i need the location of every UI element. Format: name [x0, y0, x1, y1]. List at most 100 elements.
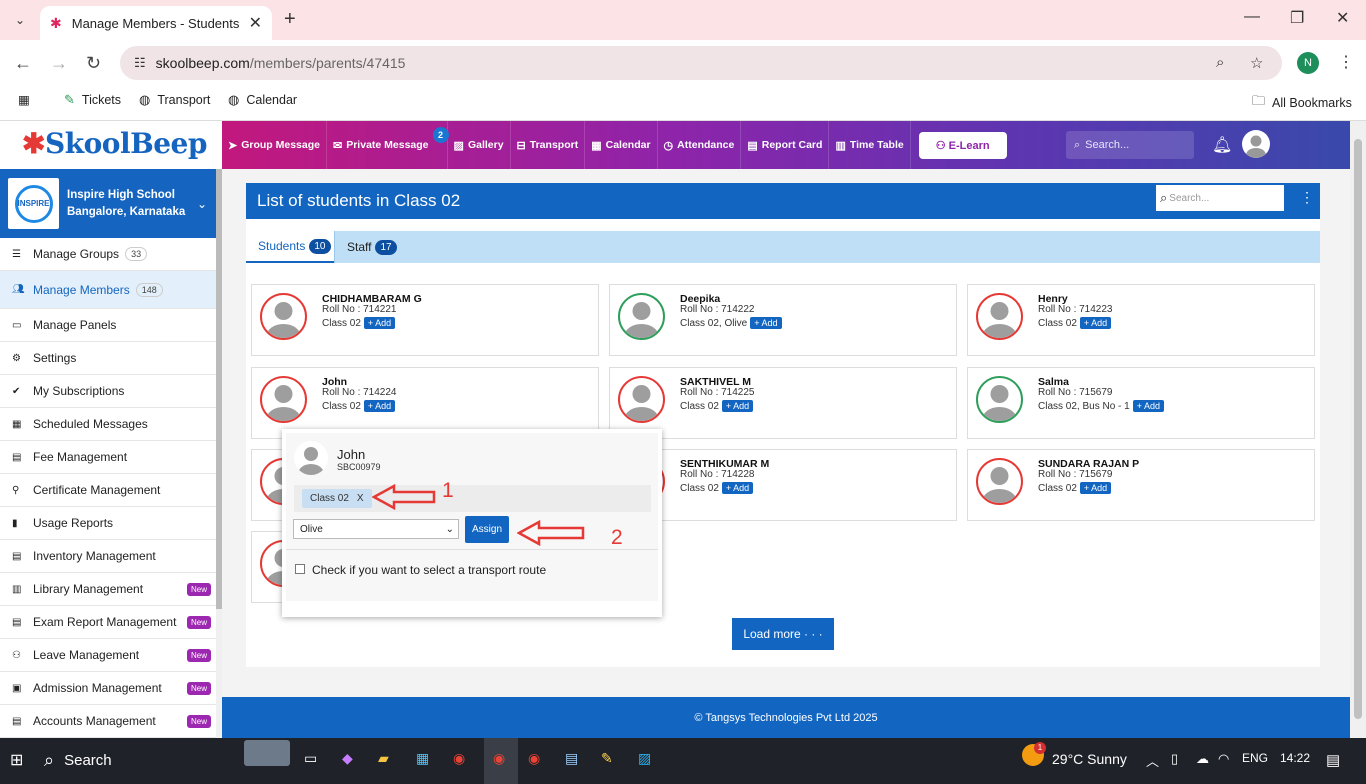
sidebar-item-my-subscriptions[interactable]: ✔ My Subscriptions: [0, 375, 221, 408]
close-tab-icon[interactable]: ✕: [249, 13, 262, 33]
news-widget-icon[interactable]: [244, 740, 290, 766]
sidebar-item-manage-members[interactable]: 👥︎ Manage Members 148: [0, 271, 221, 309]
nav-time-table[interactable]: ▥ Time Table: [829, 121, 911, 169]
restore-button[interactable]: ❐: [1290, 8, 1304, 28]
tab-search-button[interactable]: ⌄: [8, 8, 32, 32]
windows-start-icon[interactable]: ⊞: [10, 750, 23, 770]
sidebar-item-accounts-management[interactable]: ▤ Accounts Management New: [0, 705, 221, 738]
chrome-icon[interactable]: ◉: [453, 750, 465, 767]
sidebar-item-certificate-management[interactable]: ⚲ Certificate Management: [0, 474, 221, 507]
add-class-button[interactable]: + Add: [363, 400, 396, 412]
add-class-button[interactable]: + Add: [1079, 482, 1112, 494]
sidebar-item-inventory-management[interactable]: ▤ Inventory Management: [0, 540, 221, 573]
bell-icon[interactable]: 🔔︎: [1212, 135, 1232, 155]
minimize-button[interactable]: —: [1244, 8, 1260, 26]
popup-student-name: John: [337, 447, 366, 462]
school-name: Inspire High School: [67, 188, 175, 201]
sidebar-item-fee-management[interactable]: ▤ Fee Management: [0, 441, 221, 474]
file-explorer-icon[interactable]: ▰: [378, 750, 389, 767]
add-class-button[interactable]: + Add: [750, 317, 782, 329]
sidebar-item-library-management[interactable]: ▥ Library Management New: [0, 573, 221, 606]
school-selector[interactable]: INSPIRE Inspire High School Bangalore, Ka…: [0, 169, 221, 238]
task-view-icon[interactable]: ▭: [304, 750, 317, 767]
notification-icon[interactable]: ▤: [1326, 751, 1340, 769]
section-select[interactable]: Olive ⌄: [293, 519, 459, 539]
chrome-icon: ◉: [493, 750, 506, 766]
reload-button[interactable]: ↻: [86, 53, 101, 74]
nav-private-message[interactable]: ✉ Private Message 2: [327, 121, 449, 169]
page-scrollbar-thumb[interactable]: [1354, 139, 1362, 719]
add-class-button[interactable]: + Add: [721, 482, 754, 494]
student-card[interactable]: Salma Roll No : 715679 Class 02, Bus No - …: [967, 367, 1315, 439]
close-window-button[interactable]: ✕: [1336, 8, 1349, 28]
nav-group-message[interactable]: ➤ Group Message: [222, 121, 327, 169]
add-class-button[interactable]: + Add: [1079, 317, 1112, 329]
sidebar-item-leave-management[interactable]: ⚇ Leave Management New: [0, 639, 221, 672]
language-indicator[interactable]: ENG: [1242, 751, 1268, 765]
tab-students[interactable]: Students 10: [246, 231, 334, 263]
sidebar-item-manage-panels[interactable]: ▭ Manage Panels: [0, 309, 221, 342]
weather-icon[interactable]: 1: [1022, 742, 1046, 766]
copilot-icon[interactable]: ◆: [342, 750, 353, 767]
student-card[interactable]: SUNDARA RAJAN P Roll No : 715679 Class 02 +…: [967, 449, 1315, 521]
chrome-profile-icon[interactable]: ◉: [528, 750, 540, 767]
sidebar-item-scheduled-messages[interactable]: ▦ Scheduled Messages: [0, 408, 221, 441]
chevron-down-icon[interactable]: ⌄: [197, 197, 207, 211]
notepad-icon[interactable]: ▤: [565, 750, 578, 767]
clock[interactable]: 14:22: [1280, 751, 1310, 765]
wifi-icon[interactable]: ◠: [1218, 751, 1229, 767]
add-class-button[interactable]: + Add: [1132, 400, 1164, 412]
cloud-icon[interactable]: ☁: [1196, 751, 1209, 767]
bookmark-tickets[interactable]: ✎ Tickets: [64, 92, 121, 108]
load-more-button[interactable]: Load more · · ·: [732, 618, 834, 650]
chrome-active-app[interactable]: ◉: [484, 738, 518, 784]
bookmark-calendar[interactable]: ◍ Calendar: [228, 92, 297, 108]
page-scrollbar[interactable]: [1350, 121, 1366, 738]
browser-menu-icon[interactable]: ⋮: [1338, 52, 1354, 72]
student-card[interactable]: CHIDHAMBARAM G Roll No : 714221 Class 02 + …: [251, 284, 599, 356]
taskbar-search[interactable]: ⌕ Search: [44, 744, 234, 776]
new-tab-button[interactable]: +: [284, 8, 296, 31]
student-card[interactable]: Henry Roll No : 714223 Class 02 + Add: [967, 284, 1315, 356]
apps-grid-icon[interactable]: ▦: [18, 92, 30, 107]
nav-attendance[interactable]: ◷ Attendance: [658, 121, 742, 169]
user-avatar[interactable]: [1242, 130, 1270, 158]
chevron-up-icon[interactable]: ︿: [1146, 751, 1159, 770]
sidebar-item-settings[interactable]: ⚙ Settings: [0, 342, 221, 375]
paint-icon[interactable]: ✎: [601, 750, 613, 767]
transport-route-checkbox[interactable]: [295, 564, 305, 574]
sidebar-item-manage-groups[interactable]: ☰ Manage Groups 33: [0, 238, 221, 271]
assign-button[interactable]: Assign: [465, 516, 509, 543]
nav-gallery[interactable]: ▨ Gallery: [448, 121, 511, 169]
mic-icon[interactable]: ▯: [1171, 751, 1178, 767]
zoom-icon[interactable]: ⌕: [1216, 54, 1224, 71]
student-card[interactable]: Deepika Roll No : 714222 Class 02, Olive + …: [609, 284, 957, 356]
add-class-button[interactable]: + Add: [363, 317, 396, 329]
sidebar-item-admission-management[interactable]: ▣ Admission Management New: [0, 672, 221, 705]
forward-button[interactable]: →: [50, 53, 68, 74]
profile-avatar[interactable]: N: [1297, 52, 1319, 74]
nav-transport[interactable]: ⊟ Transport: [511, 121, 586, 169]
skoolbeep-logo[interactable]: ✱SkoolBeep: [22, 127, 207, 160]
more-options-icon[interactable]: ⋮: [1300, 189, 1314, 206]
student-search-input[interactable]: ⌕ Search...: [1156, 185, 1284, 211]
all-bookmarks[interactable]: 🗀 All Bookmarks: [1252, 92, 1352, 114]
annotation-arrow-2-icon: [517, 519, 585, 547]
nav-report-card[interactable]: ▤ Report Card: [741, 121, 830, 169]
bookmark-transport[interactable]: ◍ Transport: [139, 92, 210, 108]
photos-icon[interactable]: ▨: [638, 750, 651, 767]
sidebar-item-usage-reports[interactable]: ▮ Usage Reports: [0, 507, 221, 540]
bookmark-star-icon[interactable]: ☆: [1250, 54, 1263, 72]
browser-tab[interactable]: ✱ Manage Members - Students ✕: [40, 6, 272, 40]
store-icon[interactable]: ▦: [416, 750, 429, 767]
back-button[interactable]: ←: [14, 53, 32, 74]
nav-calendar[interactable]: ▦ Calendar: [585, 121, 658, 169]
header-search-input[interactable]: ⌕ Search...: [1066, 131, 1194, 159]
remove-class-button[interactable]: X: [357, 493, 364, 504]
add-class-button[interactable]: + Add: [721, 400, 754, 412]
site-info-icon[interactable]: ☷: [134, 55, 146, 71]
sidebar-item-exam-report-management[interactable]: ▤ Exam Report Management New: [0, 606, 221, 639]
address-bar[interactable]: ☷ skoolbeep.com/members/parents/47415 ⌕ …: [120, 46, 1282, 80]
tab-staff[interactable]: Staff 17: [334, 231, 409, 263]
elearn-button[interactable]: ⚇ E-Learn: [918, 131, 1007, 159]
